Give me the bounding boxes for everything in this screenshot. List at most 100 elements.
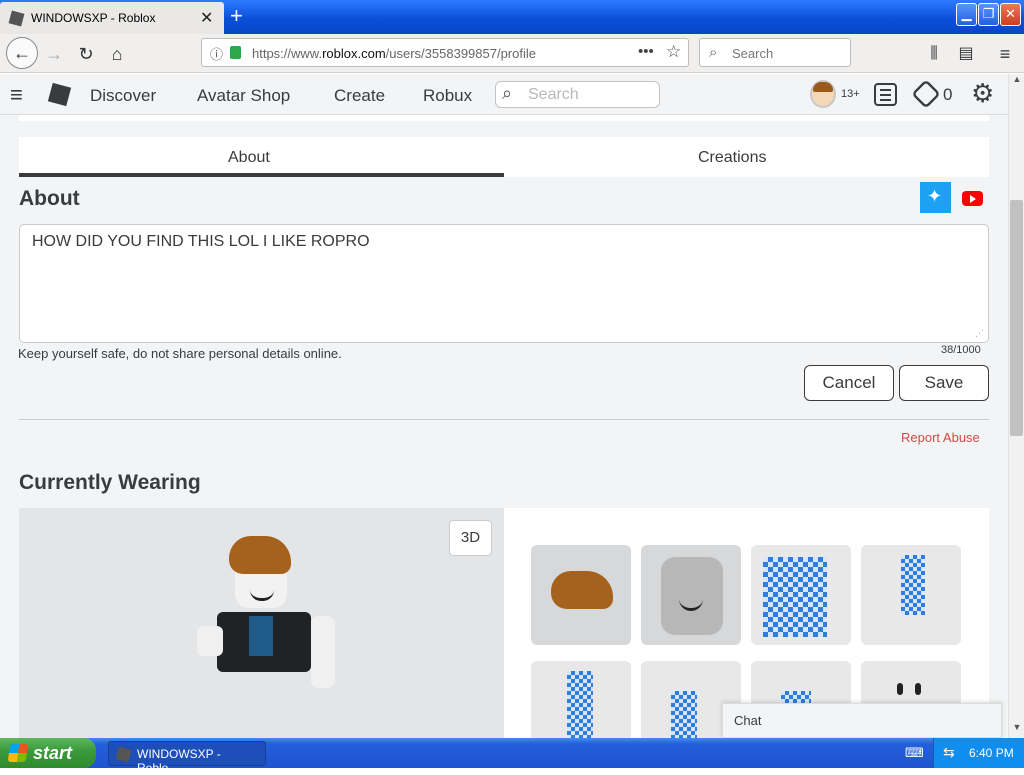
messages-icon[interactable] (874, 83, 897, 106)
forward-icon[interactable]: → (40, 40, 68, 68)
about-heading: About (19, 187, 80, 210)
profile-tabs: About Creations (19, 137, 989, 177)
shirt-thumbnail (763, 557, 827, 637)
avatar-shirt (249, 616, 273, 656)
avatar-viewer[interactable]: 3D (19, 508, 504, 738)
view-3d-button[interactable]: 3D (449, 520, 492, 556)
youtube-icon[interactable] (962, 191, 983, 206)
face-left-eye (897, 683, 903, 695)
address-bar[interactable]: ⓘ https://www.roblox.com/users/355839985… (201, 38, 689, 67)
lock-icon (230, 46, 241, 59)
cancel-button[interactable]: Cancel (804, 365, 894, 401)
scrollbar-thumb[interactable] (1010, 200, 1023, 436)
back-icon[interactable]: ← (6, 37, 38, 69)
bookmark-star-icon[interactable]: ☆ (666, 42, 681, 62)
more-actions-icon[interactable]: ••• (638, 43, 654, 60)
youtube-play-glyph (970, 195, 976, 203)
network-tray-icon[interactable]: ⇆ (943, 744, 955, 761)
reload-icon[interactable]: ↻ (72, 40, 100, 68)
start-label: start (33, 743, 73, 763)
clock: 6:40 PM (969, 746, 1014, 760)
taskbar-task-firefox[interactable]: WINDOWSXP - Roblo... (108, 741, 266, 775)
roblox-favicon-icon (8, 10, 25, 27)
robux-icon[interactable] (911, 79, 941, 109)
task-label: WINDOWSXP - Roblo... (137, 747, 221, 775)
library-icon[interactable]: ⫼ (920, 40, 948, 68)
nav-robux[interactable]: Robux (423, 86, 472, 106)
head-thumbnail (661, 557, 723, 635)
close-window-button[interactable]: ✕ (1000, 3, 1021, 26)
save-button[interactable]: Save (899, 365, 989, 401)
avatar-hair (813, 82, 833, 92)
roblox-header: ≡ Discover Avatar Shop Create Robux ⌕ Se… (0, 74, 1011, 115)
tab-title: WINDOWSXP - Roblox (31, 11, 156, 25)
avatar-left-arm (197, 626, 223, 656)
divider (19, 419, 989, 420)
page-scrollbar[interactable]: ▲ ▼ (1008, 74, 1024, 738)
report-abuse-link[interactable]: Report Abuse (901, 430, 980, 445)
hair-thumbnail (551, 571, 613, 609)
avatar[interactable] (810, 80, 836, 108)
pants-thumbnail (671, 691, 697, 738)
nav-avatar-shop[interactable]: Avatar Shop (197, 86, 290, 106)
url-domain: roblox.com (322, 46, 386, 61)
roblox-search-input[interactable]: ⌕ Search (495, 81, 660, 108)
twitter-glyph: ✦ (927, 186, 943, 206)
browser-search-box[interactable]: ⌕ Search (699, 38, 851, 67)
item-head[interactable] (641, 545, 741, 645)
url-text[interactable]: https://www.roblox.com/users/3558399857/… (252, 46, 536, 61)
bio-text: HOW DID YOU FIND THIS LOL I LIKE ROPRO (32, 233, 370, 250)
avatar-render (197, 536, 335, 688)
twitter-icon[interactable]: ✦ (920, 182, 951, 213)
close-tab-icon[interactable]: ✕ (200, 8, 213, 28)
messages-icon-lines (880, 89, 891, 91)
new-tab-icon[interactable]: + (230, 4, 243, 28)
chat-label: Chat (734, 713, 762, 728)
windows-taskbar: start WINDOWSXP - Roblo... ⌨ ⇆ 6:40 PM (0, 738, 1024, 775)
home-icon[interactable]: ⌂ (103, 40, 131, 68)
roblox-logo-icon[interactable] (47, 82, 72, 107)
restore-button[interactable]: ❐ (978, 3, 999, 26)
browser-tab[interactable]: WINDOWSXP - Roblox ✕ (0, 2, 224, 34)
currently-wearing-heading: Currently Wearing (19, 471, 201, 494)
minimize-button[interactable]: ▁ (956, 3, 977, 26)
nav-discover[interactable]: Discover (90, 86, 156, 106)
tab-creations[interactable]: Creations (698, 149, 766, 167)
task-roblox-icon (115, 746, 132, 763)
sidebar-icon[interactable]: ▤ (952, 40, 980, 68)
safety-note: Keep yourself safe, do not share persona… (18, 346, 342, 361)
url-path: /users/3558399857/profile (385, 46, 536, 61)
bio-textarea[interactable]: HOW DID YOU FIND THIS LOL I LIKE ROPRO ⋰ (19, 224, 989, 343)
avatar-right-arm (311, 616, 335, 688)
start-button[interactable]: start (0, 738, 96, 768)
resize-handle-icon[interactable]: ⋰ (975, 328, 984, 339)
nav-create[interactable]: Create (334, 86, 385, 106)
search-icon: ⌕ (709, 44, 718, 61)
item-left-arm[interactable] (531, 661, 631, 738)
item-shirt-sleeve[interactable] (861, 545, 961, 645)
info-icon[interactable]: ⓘ (210, 44, 223, 63)
active-tab-indicator (19, 173, 504, 177)
sleeve-thumbnail (901, 555, 925, 615)
window-titlebar: WINDOWSXP - Roblox ✕ + ▁ ❐ ✕ (0, 0, 1024, 34)
system-tray: ⇆ 6:40 PM (933, 738, 1024, 768)
item-hair[interactable] (531, 545, 631, 645)
avatar-hair-render (229, 536, 291, 574)
profile-page: About Creations About ✦ HOW DID YOU FIND… (0, 115, 1011, 738)
browser-navbar: ← → ↻ ⌂ ⓘ https://www.roblox.com/users/3… (0, 34, 1024, 73)
settings-gear-icon[interactable]: ⚙ (971, 79, 994, 107)
scroll-up-arrow-icon[interactable]: ▲ (1010, 74, 1024, 88)
keyboard-tray-icon[interactable]: ⌨ (905, 745, 924, 761)
browser-search-placeholder: Search (732, 46, 774, 61)
scroll-down-arrow-icon[interactable]: ▼ (1010, 722, 1024, 736)
hamburger-menu-icon[interactable]: ≡ (10, 82, 23, 108)
top-card-remnant (19, 115, 989, 121)
windows-logo-icon (7, 744, 29, 762)
face-right-eye (915, 683, 921, 695)
roblox-search-placeholder: Search (528, 86, 579, 103)
menu-icon[interactable]: ≡ (991, 40, 1019, 68)
tab-about[interactable]: About (228, 149, 270, 167)
roblox-search-icon: ⌕ (502, 83, 513, 103)
item-shirt[interactable] (751, 545, 851, 645)
chat-bar[interactable]: Chat (722, 703, 1002, 738)
